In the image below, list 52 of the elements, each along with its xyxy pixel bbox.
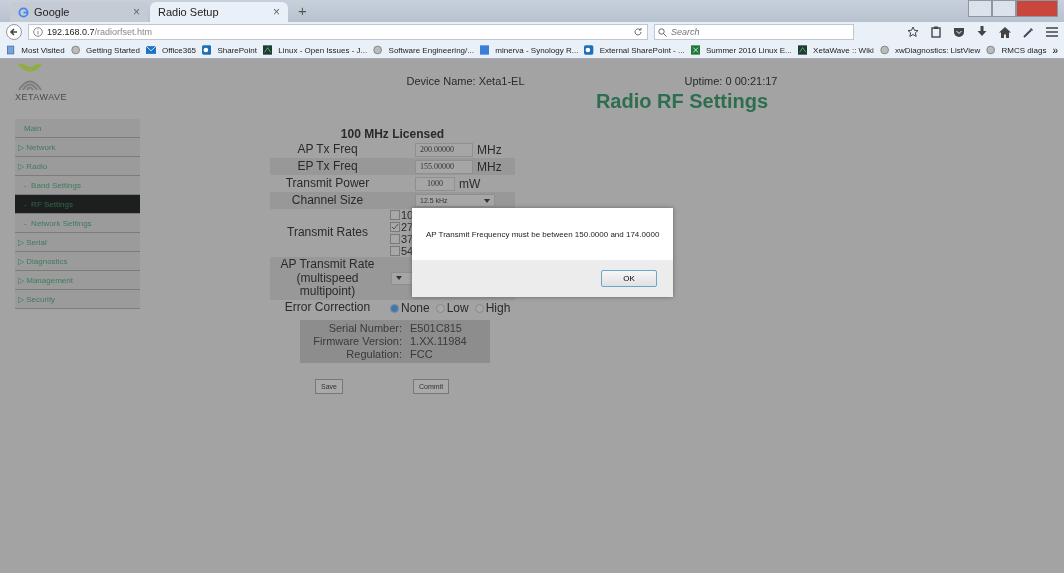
bookmark[interactable]: SharePoint	[217, 45, 257, 55]
bookmark[interactable]: External SharePoint - ...	[599, 45, 685, 55]
browser-tab[interactable]: Radio Setup ×	[150, 2, 288, 22]
info-label: Regulation:	[345, 347, 403, 361]
bookmark[interactable]: Most Visited	[21, 45, 65, 55]
radio-label: High	[485, 301, 511, 315]
text-field[interactable]: 155.00000	[415, 159, 473, 174]
field-label: Error Correction	[283, 300, 372, 316]
close-icon[interactable]: ×	[133, 5, 140, 19]
field-label: Transmit Rates	[286, 225, 369, 241]
section-heading: 100 MHz Licensed	[339, 127, 446, 141]
field-label: Transmit Power	[284, 175, 371, 192]
unit-label: MHz	[477, 142, 502, 157]
device-name: Device Name: Xeta1-EL	[406, 75, 525, 87]
field-label: AP Transmit Rate (multispeed multipoint)	[279, 257, 376, 300]
logo-text: XETAWAVE	[15, 92, 67, 102]
radio-label: Low	[446, 301, 469, 315]
info-value: FCC	[410, 347, 434, 361]
field-label: Channel Size	[290, 192, 365, 209]
field-label: AP Tx Freq	[296, 141, 359, 158]
info-value: 1.XX.11984	[410, 334, 468, 348]
bookmark[interactable]: XetaWave :: Wiki	[813, 45, 874, 55]
info-value: E501C815	[410, 321, 463, 335]
close-icon[interactable]: ×	[273, 5, 280, 19]
checkbox-label: 27	[401, 221, 414, 233]
overflow-button[interactable]: »	[1052, 44, 1058, 56]
bookmark[interactable]: xwDiagnostics: ListView	[895, 45, 981, 55]
new-tab-button[interactable]: +	[290, 2, 315, 22]
address-bar[interactable]: 192.168.0.7/radiorfset.htm	[28, 24, 648, 40]
browser-tab[interactable]: Google ×	[10, 2, 148, 22]
bookmark[interactable]: Linux - Open Issues - J...	[278, 45, 368, 55]
text-field[interactable]: 1000	[415, 176, 455, 191]
bookmark[interactable]: RMCS diags	[1001, 45, 1047, 55]
info-label: Firmware Version:	[312, 334, 403, 348]
bookmark[interactable]: minerva - Synology R...	[495, 45, 579, 55]
alert-message: AP Transmit Frequency must be between 150.0000 and 174.0000	[426, 229, 660, 239]
bookmark[interactable]: Getting Started	[86, 45, 140, 55]
page-title: Radio RF Settings	[595, 90, 769, 113]
checkbox-label: 37	[401, 233, 414, 245]
text-field[interactable]: 200.00000	[415, 142, 473, 157]
search-field[interactable]: Search	[654, 24, 854, 40]
bookmark[interactable]: Software Engineering/...	[388, 45, 474, 55]
field-label: EP Tx Freq	[296, 158, 359, 175]
checkbox-label: 54	[401, 245, 414, 257]
bookmark[interactable]: Office365	[161, 45, 197, 55]
uptime: Uptime: 0 00:21:17	[684, 75, 778, 87]
unit-label: mW	[459, 176, 481, 191]
unit-label: MHz	[477, 159, 502, 174]
ok-button[interactable]: OK	[601, 270, 657, 287]
info-label: Serial Number:	[327, 321, 403, 335]
radio-label: None	[401, 301, 430, 315]
bookmark[interactable]: Summer 2016 Linux E...	[705, 45, 792, 55]
